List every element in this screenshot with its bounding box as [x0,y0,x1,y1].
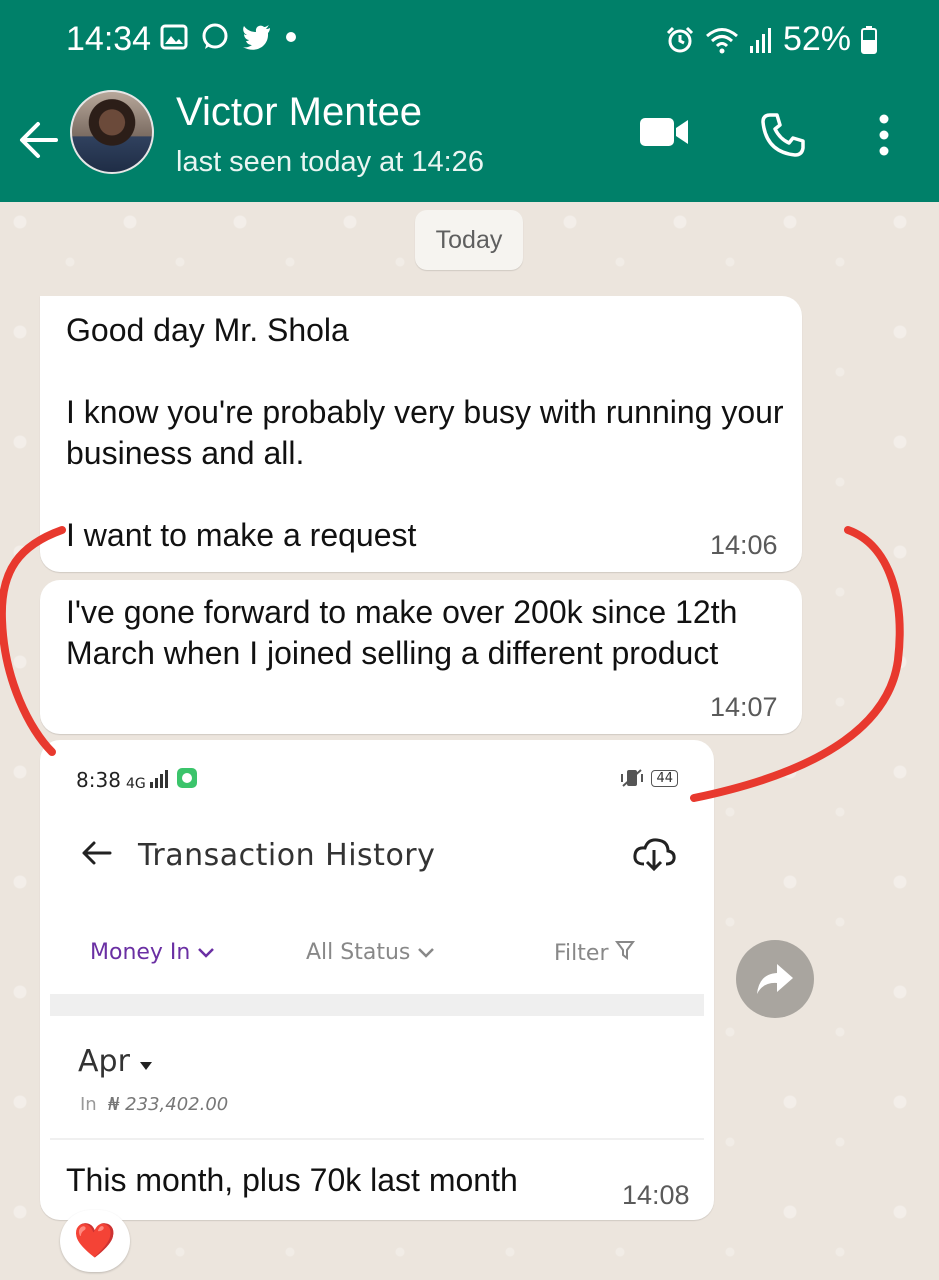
money-in-label: Money In [90,940,191,965]
status-bar: 14:34 52% [0,0,939,84]
twitter-icon [243,25,270,50]
system-icons: 52% [665,20,877,59]
heart-reaction: ❤️ [73,1222,117,1260]
transaction-screenshot[interactable]: 8:38 4G 44 Transaction History Money In … [50,750,704,1140]
screenshot-battery: 44 [651,769,678,787]
screenshot-status-time: 8:38 [76,768,121,792]
chevron-down-icon [418,948,435,958]
more-vertical-icon[interactable] [874,112,894,158]
forward-icon [757,964,793,994]
section-divider [50,994,704,1016]
message-time: 14:07 [710,692,778,722]
status-filter: All Status [306,940,435,965]
app-notification-icon [176,768,197,788]
reaction-badge[interactable]: ❤️ [60,1210,130,1272]
phone-icon[interactable] [760,112,806,158]
back-arrow-icon [82,841,112,865]
month-selector: Apr [78,1044,153,1079]
month-label: Apr [78,1044,130,1079]
avatar[interactable] [70,90,154,174]
money-in-filter: Money In [90,940,215,965]
date-chip: Today [415,210,523,270]
message-caption: This month, plus 70k last month [66,1162,518,1198]
network-type: 4G [126,776,146,792]
filter-label: Filter [554,941,609,966]
transaction-history-title: Transaction History [138,838,436,873]
filter-control: Filter [554,940,636,966]
back-arrow-icon[interactable] [18,110,62,170]
image-icon [160,24,188,50]
row-divider [50,1138,704,1140]
chevron-down-icon [198,948,215,958]
status-label: All Status [306,940,411,965]
image-message-bubble[interactable]: 8:38 4G 44 Transaction History Money In … [40,740,714,1220]
video-call-icon[interactable] [638,112,690,152]
signal-icon [749,27,771,53]
notification-icons [160,22,298,52]
message-bubble[interactable]: I've gone forward to make over 200k sinc… [40,580,802,734]
vibrate-mute-icon [621,769,644,787]
status-time: 14:34 [66,20,152,58]
money-in-total: ₦ 233,402.00 [108,1094,229,1115]
message-text: I've gone forward to make over 200k sinc… [66,594,747,671]
chat-header: Victor Mentee last seen today at 14:26 [0,84,939,202]
chat-area[interactable]: Today Good day Mr. Shola I know you're p… [0,202,939,1280]
whatsapp-icon [202,23,228,49]
cloud-download-icon [633,838,676,872]
dot-icon [286,32,296,42]
message-text: Good day Mr. Shola I know you're probabl… [66,312,784,553]
caret-down-icon [140,1062,153,1070]
contact-name[interactable]: Victor Mentee [176,90,422,135]
money-in-label: In [80,1094,97,1115]
message-time: 14:08 [622,1180,690,1210]
wifi-icon [705,27,738,53]
battery-icon [861,25,877,54]
battery-percent: 52% [782,20,851,58]
filter-icon [615,941,636,960]
signal-icon [150,770,169,788]
screenshot-network: 4G [126,768,197,792]
message-bubble[interactable]: Good day Mr. Shola I know you're probabl… [40,296,802,572]
message-time: 14:06 [710,530,778,560]
last-seen: last seen today at 14:26 [176,146,484,178]
screenshot-system-icons: 44 [619,768,678,788]
alarm-icon [666,26,693,52]
forward-button[interactable] [736,940,814,1018]
